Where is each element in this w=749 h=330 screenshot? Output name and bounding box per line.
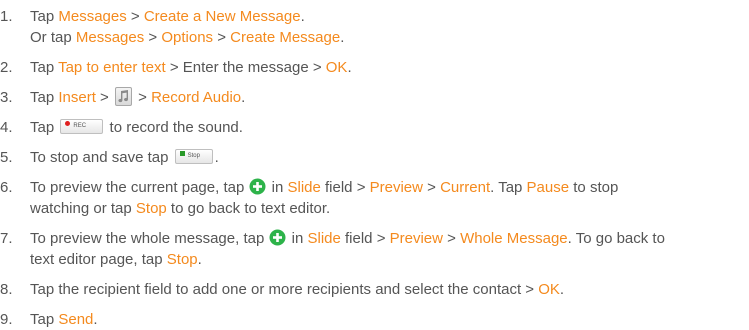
- step-6: 6. To preview the current page, tap in S…: [0, 177, 749, 219]
- stop-button-label: Stop: [187, 152, 200, 159]
- record-dot-icon: [65, 121, 71, 127]
- ui-term-send: Send: [58, 311, 94, 328]
- step-number: 6.: [0, 179, 13, 196]
- ui-term-preview: Preview: [389, 230, 443, 247]
- ui-term-create-new-message: Create a New Message: [143, 8, 301, 25]
- text: to go back to text editor.: [166, 200, 331, 217]
- step-text: Tap Insert > > Record Audio.: [30, 86, 749, 108]
- ui-term-preview: Preview: [369, 179, 423, 196]
- stop-square-icon: [179, 151, 185, 157]
- ui-term-options: Options: [161, 29, 214, 46]
- text: field >: [320, 179, 370, 196]
- step-number: 7.: [0, 230, 13, 247]
- text: Tap the recipient field to add one or mo…: [30, 281, 539, 298]
- text: field >: [340, 230, 390, 247]
- text: >: [126, 8, 144, 25]
- text: Tap: [30, 119, 59, 136]
- ui-term-slide: Slide: [307, 230, 341, 247]
- text: >: [442, 230, 461, 247]
- text: >: [213, 29, 231, 46]
- text: in: [287, 230, 308, 247]
- plus-circle-icon: [249, 178, 266, 195]
- text: .: [559, 281, 565, 298]
- text: .: [93, 311, 98, 328]
- ui-term-messages: Messages: [75, 29, 145, 46]
- text: To stop and save tap: [30, 149, 173, 166]
- stop-button-image: Stop: [174, 148, 213, 164]
- text: >: [95, 89, 113, 106]
- step-1: 1. Tap Messages > Create a New Message. …: [0, 6, 749, 48]
- ui-term-ok: OK: [538, 281, 560, 298]
- step-number: 5.: [0, 149, 13, 166]
- rec-button-image: REC: [60, 118, 104, 134]
- step-number: 9.: [0, 311, 13, 328]
- music-note-icon: [114, 86, 132, 106]
- plus-circle-icon: [269, 229, 286, 246]
- step-text: To preview the whole message, tap in Sli…: [30, 228, 680, 270]
- text: .: [214, 149, 219, 166]
- ui-term-create-message: Create Message: [230, 29, 341, 46]
- text: to record the sound.: [105, 119, 243, 136]
- ui-term-pause: Pause: [526, 179, 570, 196]
- text: Tap: [30, 8, 59, 25]
- text: > Enter the message >: [165, 59, 326, 76]
- ui-term-current: Current: [440, 179, 491, 196]
- text: >: [144, 29, 162, 46]
- step-text: Tap the recipient field to add one or mo…: [30, 279, 749, 300]
- text: Or tap: [30, 29, 76, 46]
- ui-term-ok: OK: [325, 59, 348, 76]
- ui-term-tap-to-enter-text: Tap to enter text: [58, 59, 166, 76]
- ui-term-stop: Stop: [166, 251, 198, 268]
- step-text: Tap Send.: [30, 309, 749, 330]
- step-number: 2.: [0, 59, 13, 76]
- text: .: [340, 29, 345, 46]
- step-number: 8.: [0, 281, 13, 298]
- step-7: 7. To preview the whole message, tap in …: [0, 228, 749, 270]
- text: Tap: [30, 89, 59, 106]
- step-number: 4.: [0, 119, 13, 136]
- text: To preview the whole message, tap: [30, 230, 269, 247]
- text: .: [197, 251, 202, 268]
- text: in: [267, 179, 288, 196]
- step-number: 1.: [0, 8, 13, 25]
- rec-button-label: REC: [73, 122, 87, 129]
- step-number: 3.: [0, 89, 13, 106]
- ui-term-messages: Messages: [58, 8, 127, 25]
- text: . Tap: [490, 179, 527, 196]
- ui-term-stop: Stop: [135, 200, 167, 217]
- text: .: [347, 59, 352, 76]
- step-text: To stop and save tap Stop.: [30, 147, 749, 168]
- text: Tap: [30, 59, 59, 76]
- text: Tap: [30, 311, 59, 328]
- step-text-alt: Or tap Messages > Options > Create Messa…: [30, 27, 749, 48]
- text: To preview the current page, tap: [30, 179, 249, 196]
- ui-term-slide: Slide: [287, 179, 321, 196]
- ui-term-record-audio: Record Audio: [151, 89, 242, 106]
- text: .: [300, 8, 305, 25]
- step-text: Tap Tap to enter text > Enter the messag…: [30, 57, 749, 78]
- text: .: [241, 89, 246, 106]
- step-text: Tap REC to record the sound.: [30, 117, 749, 138]
- text: >: [133, 89, 152, 106]
- step-text: Tap Messages > Create a New Message.: [30, 6, 749, 27]
- text: >: [422, 179, 441, 196]
- ui-term-whole-message: Whole Message: [460, 230, 568, 247]
- step-text: To preview the current page, tap in Slid…: [30, 177, 680, 219]
- ui-term-insert: Insert: [58, 89, 96, 106]
